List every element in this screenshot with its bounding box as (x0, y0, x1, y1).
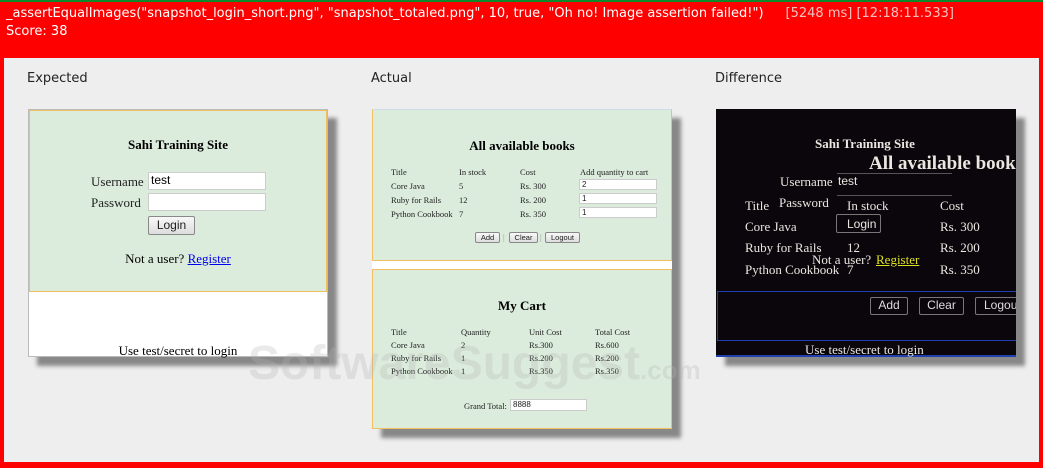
diff-col: In stock (847, 198, 889, 213)
diff-row: Rs. 350 (940, 262, 980, 277)
add-button[interactable]: Add (475, 232, 500, 243)
diff-logout: Logou (975, 297, 1016, 315)
diff-books-title: All available book (869, 153, 1016, 174)
book-title: Ruby for Rails (391, 195, 442, 205)
timing: [5248 ms] [12:18:11.533] (785, 6, 954, 21)
username-field[interactable]: test (148, 172, 266, 190)
col-header: In stock (459, 167, 487, 177)
score: Score: 38 (6, 24, 68, 39)
separator: | (540, 232, 542, 242)
username-label: Username (91, 174, 144, 189)
book-title: Core Java (391, 181, 425, 191)
col-header: Cost (520, 167, 536, 177)
diff-row: 7 (847, 262, 854, 277)
diff-clear: Clear (919, 297, 964, 315)
top-border (0, 0, 1043, 2)
quantity-input[interactable]: 2 (579, 179, 657, 190)
register-link[interactable]: Register (188, 251, 231, 266)
logout-button[interactable]: Logout (545, 232, 580, 243)
not-user-text: Not a user? (125, 251, 185, 266)
expected-label: Expected (27, 71, 88, 86)
comparison-area: Expected Actual Difference Sahi Training… (4, 58, 1039, 462)
clear-button[interactable]: Clear (509, 232, 538, 243)
book-stock: 7 (459, 209, 464, 219)
books-title: All available books (469, 138, 575, 153)
diff-row: Rs. 200 (940, 240, 980, 255)
grand-total-field[interactable]: 8888 (510, 399, 587, 411)
diff-site-title: Sahi Training Site (815, 136, 915, 151)
login-button[interactable]: Login (148, 216, 195, 235)
watermark: SoftwareSuggest.com (248, 337, 701, 390)
password-field[interactable] (148, 193, 266, 211)
difference-label: Difference (715, 71, 783, 86)
quantity-input[interactable]: 1 (579, 193, 657, 204)
site-title: Sahi Training Site (128, 137, 228, 152)
diff-col: Cost (940, 198, 964, 213)
actual-label: Actual (371, 71, 412, 86)
assertion-header: _assertEqualImages("snapshot_login_short… (6, 6, 954, 21)
diff-username: test (838, 174, 858, 188)
separator: | (503, 232, 505, 242)
password-label: Password (91, 195, 141, 210)
diff-login: Login (847, 217, 877, 231)
diff-row: Python Cookbook (745, 262, 840, 277)
grand-total-label: Grand Total: (464, 401, 507, 411)
diff-username-label: Username (780, 174, 833, 189)
assertion-call: _assertEqualImages("snapshot_login_short… (6, 6, 764, 21)
cart-title: My Cart (497, 298, 546, 313)
difference-image: Sahi Training Site All available book Us… (716, 109, 1016, 357)
diff-add: Add (870, 297, 908, 315)
diff-password-label: Password (779, 195, 829, 210)
diff-col: Title (745, 198, 770, 213)
col-header: Title (391, 167, 407, 177)
quantity-input[interactable]: 1 (579, 207, 657, 218)
diff-row: Rs. 300 (940, 219, 980, 234)
book-stock: 12 (459, 195, 468, 205)
book-cost: Rs. 350 (520, 209, 546, 219)
diff-register: Register (876, 252, 920, 267)
diff-row: Ruby for Rails (745, 240, 822, 255)
book-stock: 5 (459, 181, 464, 191)
book-cost: Rs. 300 (520, 181, 546, 191)
book-cost: Rs. 200 (520, 195, 546, 205)
col-header: Add quantity to cart (580, 167, 649, 177)
book-title: Python Cookbook (391, 209, 453, 219)
diff-row: Core Java (745, 219, 797, 234)
diff-hint: Use test/secret to login (805, 342, 924, 357)
expected-image: Sahi Training Site Username test Passwor… (28, 109, 328, 358)
